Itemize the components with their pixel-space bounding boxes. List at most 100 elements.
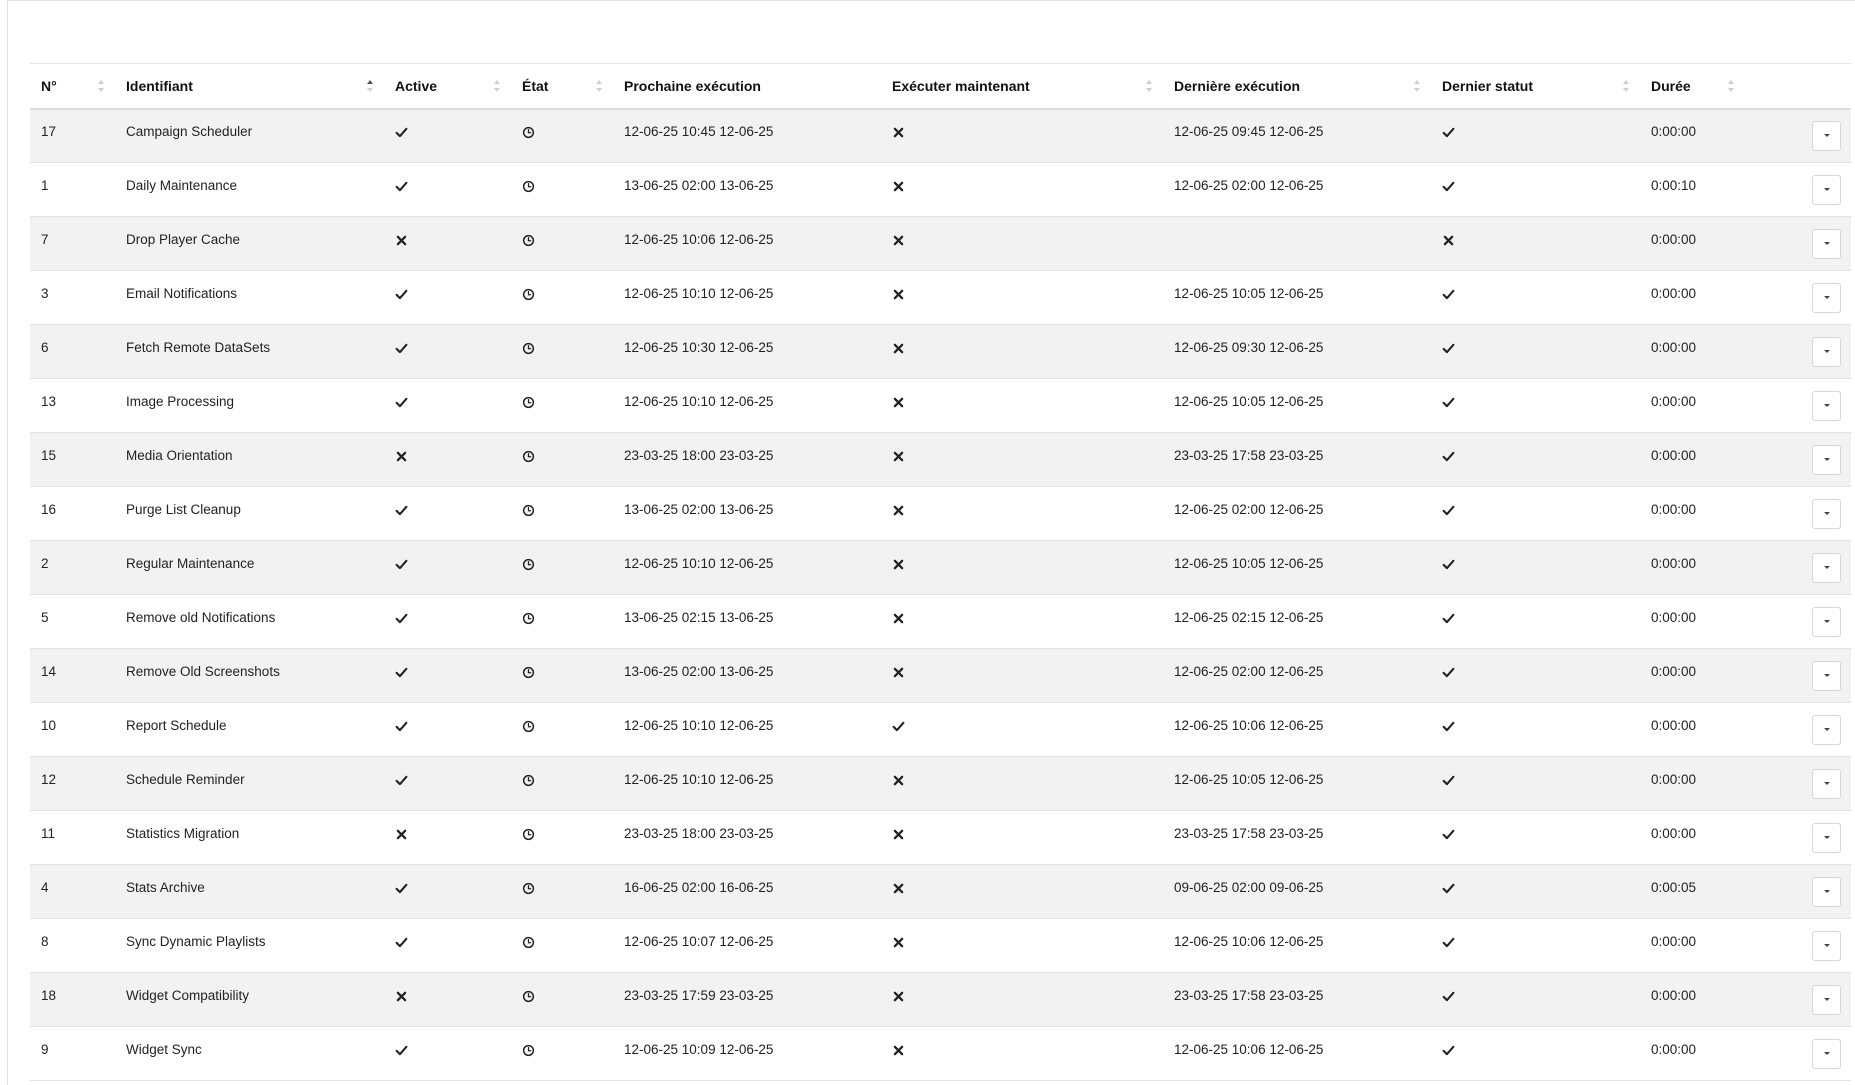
cell-next-run-text: 23-03-25 17:59 23-03-25 [624,988,774,1003]
row-actions-button[interactable] [1812,714,1841,745]
cell-state [511,486,613,541]
row-actions-button[interactable] [1812,390,1841,421]
cell-active-value [395,178,408,193]
cell-run-now-value [892,610,905,625]
table-row[interactable]: 7 Drop Player Cache 12-06-25 10:06 12-06-2… [30,216,1851,271]
cell-state [511,972,613,1027]
cell-last-run: 12-06-25 10:05 12-06-25 [1163,378,1431,433]
cell-number: 9 [30,1026,115,1081]
row-actions-button[interactable] [1812,822,1841,853]
row-actions-button[interactable] [1812,228,1841,259]
header-col-last-status[interactable]: Dernier statut [1431,63,1640,110]
row-actions-button[interactable] [1812,984,1841,1015]
sort-icon[interactable] [366,79,374,93]
row-actions-button[interactable] [1812,606,1841,637]
table-row[interactable]: 15 Media Orientation 23-03-25 18:00 23-03-… [30,432,1851,487]
table-row[interactable]: 1 Daily Maintenance 13-06-25 02:00 13-06-2… [30,162,1851,217]
table-row[interactable]: 13 Image Processing 12-06-25 10:10 12-06-2… [30,378,1851,433]
cell-run-now [881,432,1163,487]
cell-next-run: 13-06-25 02:15 13-06-25 [613,594,881,649]
cell-active-value [395,448,408,463]
sort-icon[interactable] [1622,79,1630,93]
table-row[interactable]: 18 Widget Compatibility 23-03-25 17:59 23-… [30,972,1851,1027]
row-actions-button[interactable] [1812,930,1841,961]
sort-icon[interactable] [595,79,603,93]
sort-icon[interactable] [1145,79,1153,93]
table-row[interactable]: 10 Report Schedule 12-06-25 10:10 12-06-25… [30,702,1851,757]
cell-identifier: Image Processing [115,378,384,433]
cell-number-text: 14 [41,664,57,679]
table-row[interactable]: 16 Purge List Cleanup 13-06-25 02:00 13-06… [30,486,1851,541]
row-actions-button[interactable] [1812,498,1841,529]
row-actions-button[interactable] [1812,336,1841,367]
cell-identifier-text: Schedule Reminder [126,772,245,787]
row-actions-button[interactable] [1812,174,1841,205]
cell-state [511,1026,613,1081]
check-icon [1442,558,1455,571]
cell-run-now [881,918,1163,973]
sort-icon[interactable] [1413,79,1421,93]
table-row[interactable]: 6 Fetch Remote DataSets 12-06-25 10:30 12-… [30,324,1851,379]
clock-icon [522,180,535,193]
check-icon [395,342,408,355]
row-actions-button[interactable] [1812,444,1841,475]
cell-next-run: 12-06-25 10:45 12-06-25 [613,108,881,163]
header-col-number[interactable]: N° [30,63,115,110]
cell-actions [1745,648,1851,703]
table-row[interactable]: 9 Widget Sync 12-06-25 10:09 12-06-25 12-06… [30,1026,1851,1081]
cell-duration-text: 0:00:00 [1651,772,1697,787]
table-row[interactable]: 12 Schedule Reminder 12-06-25 10:10 12-06-… [30,756,1851,811]
cell-state-value [522,394,535,409]
cell-active [384,378,511,433]
cell-last-run-text: 09-06-25 02:00 09-06-25 [1174,880,1324,895]
header-col-next-run[interactable]: Prochaine exécution [613,63,881,110]
row-actions-button[interactable] [1812,876,1841,907]
cell-next-run: 12-06-25 10:30 12-06-25 [613,324,881,379]
sort-icon[interactable] [97,79,105,93]
cell-next-run-text: 13-06-25 02:00 13-06-25 [624,664,774,679]
cell-last-status-value [1442,394,1455,409]
row-actions-button[interactable] [1812,552,1841,583]
cell-run-now-value [892,124,905,139]
table-row[interactable]: 8 Sync Dynamic Playlists 12-06-25 10:07 12… [30,918,1851,973]
cell-next-run-text: 23-03-25 18:00 23-03-25 [624,826,774,841]
header-col-identifier[interactable]: Identifiant [115,63,384,110]
table-row[interactable]: 4 Stats Archive 16-06-25 02:00 16-06-25 09-… [30,864,1851,919]
cell-number: 7 [30,216,115,271]
cell-actions [1745,918,1851,973]
table-row[interactable]: 14 Remove Old Screenshots 13-06-25 02:00 1… [30,648,1851,703]
header-col-state[interactable]: État [511,63,613,110]
check-icon [1442,180,1455,193]
cell-last-run-text: 12-06-25 02:00 12-06-25 [1174,178,1324,193]
table-row[interactable]: 5 Remove old Notifications 13-06-25 02:15 … [30,594,1851,649]
caret-down-icon [1823,1052,1830,1055]
header-col-last-run[interactable]: Dernière exécution [1163,63,1431,110]
cell-actions [1745,162,1851,217]
cell-next-run-text: 12-06-25 10:07 12-06-25 [624,934,774,949]
cell-actions [1745,270,1851,325]
header-col-duration[interactable]: Durée [1640,63,1745,110]
caret-down-icon [1823,134,1830,138]
row-actions-button[interactable] [1812,282,1841,313]
cell-state [511,324,613,379]
table-row[interactable]: 2 Regular Maintenance 12-06-25 10:10 12-06… [30,540,1851,595]
header-label: État [522,77,549,94]
row-actions-button[interactable] [1812,768,1841,799]
clock-icon [522,126,535,139]
sort-icon[interactable] [493,79,501,93]
cell-state-value [522,772,535,787]
cell-state-value [522,718,535,733]
row-actions-button[interactable] [1812,120,1841,151]
sort-icon[interactable] [1727,79,1735,93]
cell-run-now [881,702,1163,757]
row-actions-button[interactable] [1812,1038,1841,1069]
cell-active [384,216,511,271]
table-row[interactable]: 11 Statistics Migration 23-03-25 18:00 23-… [30,810,1851,865]
cell-last-run: 23-03-25 17:58 23-03-25 [1163,810,1431,865]
row-actions-button[interactable] [1812,660,1841,691]
table-row[interactable]: 3 Email Notifications 12-06-25 10:10 12-06… [30,270,1851,325]
table-row[interactable]: 17 Campaign Scheduler 12-06-25 10:45 12-06… [30,108,1851,163]
cell-actions [1745,108,1851,163]
header-col-run-now[interactable]: Exécuter maintenant [881,63,1163,110]
header-col-active[interactable]: Active [384,63,511,110]
